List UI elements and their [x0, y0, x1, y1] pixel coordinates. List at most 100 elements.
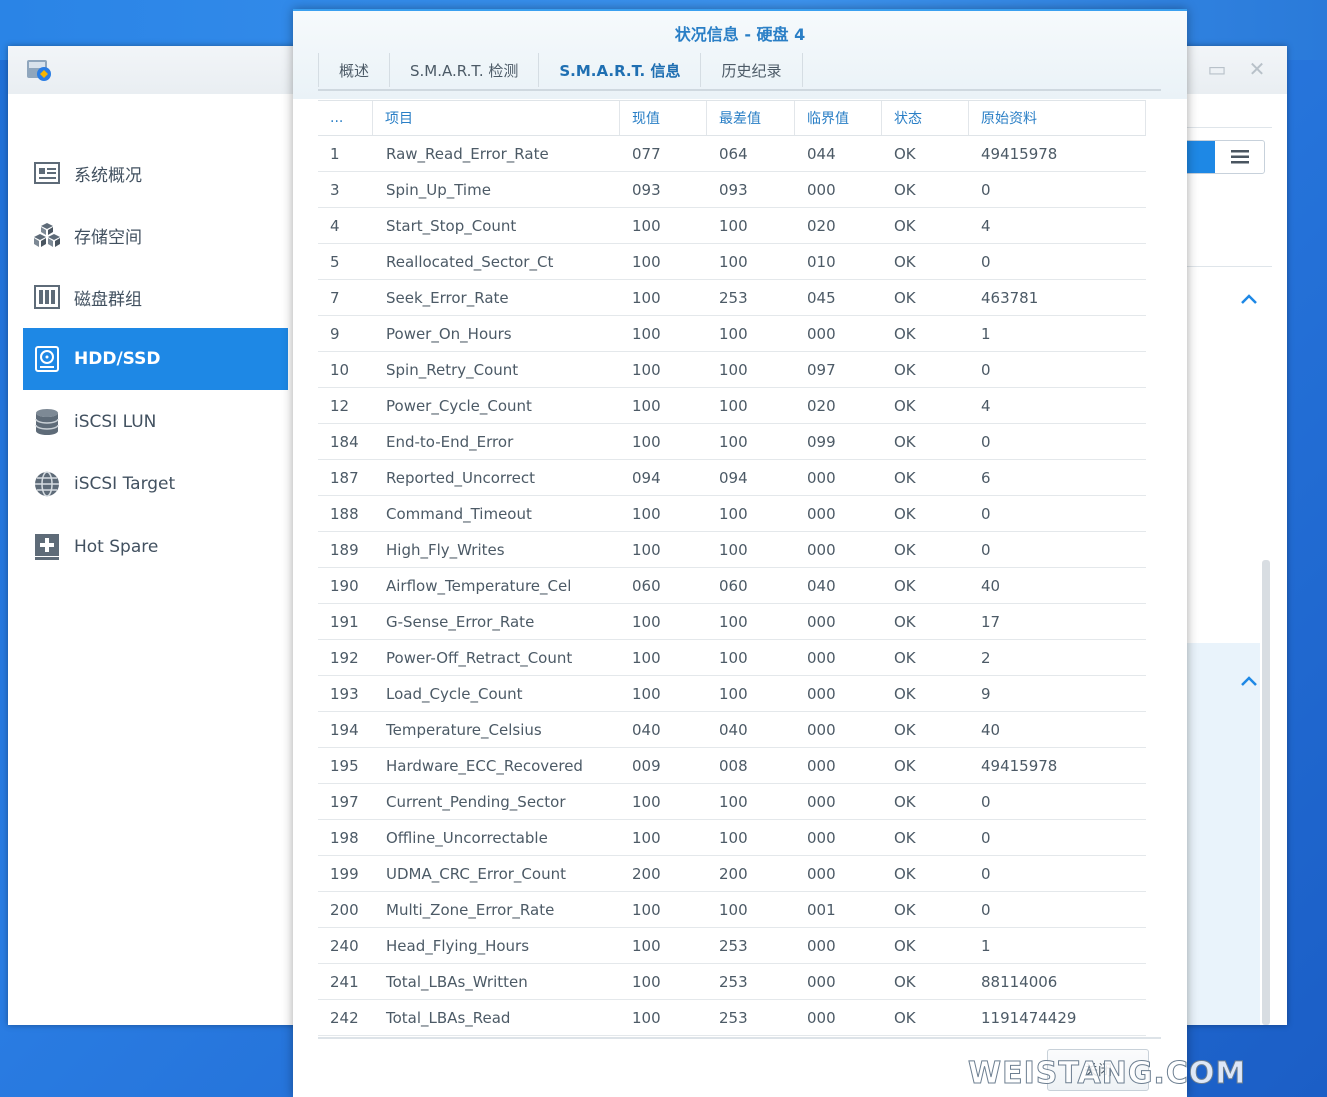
column-header-threshold[interactable]: 临界值	[795, 101, 882, 135]
table-cell: 6	[981, 468, 991, 487]
column-header-value[interactable]: 现值	[620, 101, 707, 135]
table-cell: Raw_Read_Error_Rate	[386, 144, 549, 163]
table-row[interactable]: 187 Reported_Uncorrect 094 094 000 OK 6	[318, 460, 1146, 496]
table-cell: G-Sense_Error_Rate	[386, 612, 535, 631]
tab-smart-info[interactable]: S.M.A.R.T. 信息	[538, 53, 700, 87]
sidebar-item-label: 系统概况	[74, 165, 142, 186]
table-row[interactable]: 5 Reallocated_Sector_Ct 100 100 010 OK 0	[318, 244, 1146, 280]
table-row[interactable]: 193 Load_Cycle_Count 100 100 000 OK 9	[318, 676, 1146, 712]
table-cell: 200	[632, 864, 661, 883]
table-row[interactable]: 1 Raw_Read_Error_Rate 077 064 044 OK 49415978	[318, 136, 1146, 172]
table-row[interactable]: 4 Start_Stop_Count 100 100 020 OK 4	[318, 208, 1146, 244]
sidebar-item-hdd-ssd[interactable]: HDD/SSD	[23, 328, 288, 390]
column-header-worst[interactable]: 最差值	[707, 101, 795, 135]
table-header: ... 项目 现值 最差值 临界值 状态 原始资料	[318, 100, 1146, 136]
table-cell: OK	[894, 180, 916, 199]
table-cell: 100	[632, 936, 661, 955]
table-row[interactable]: 189 High_Fly_Writes 100 100 000 OK 0	[318, 532, 1146, 568]
table-row[interactable]: 198 Offline_Uncorrectable 100 100 000 OK 0	[318, 820, 1146, 856]
sidebar-item-label: 磁盘群组	[74, 289, 142, 310]
maximize-icon[interactable]: ▭	[1206, 58, 1228, 80]
table-row[interactable]: 7 Seek_Error_Rate 100 253 045 OK 463781	[318, 280, 1146, 316]
chevron-up-icon[interactable]	[1240, 668, 1258, 692]
table-row[interactable]: 240 Head_Flying_Hours 100 253 000 OK 1	[318, 928, 1146, 964]
table-cell: 193	[330, 684, 359, 703]
table-cell: 100	[632, 540, 661, 559]
table-row[interactable]: 200 Multi_Zone_Error_Rate 100 100 001 OK 0	[318, 892, 1146, 928]
table-cell: OK	[894, 828, 916, 847]
table-cell: Load_Cycle_Count	[386, 684, 523, 703]
tab-history[interactable]: 历史纪录	[700, 53, 803, 87]
sidebar-item-iscsi-target[interactable]: iSCSI Target	[23, 453, 288, 515]
table-cell: 100	[719, 828, 748, 847]
table-cell: 192	[330, 648, 359, 667]
table-row[interactable]: 199 UDMA_CRC_Error_Count 200 200 000 OK 0	[318, 856, 1146, 892]
table-cell: Power_On_Hours	[386, 324, 512, 343]
table-cell: 000	[807, 468, 836, 487]
tab-overview[interactable]: 概述	[318, 53, 389, 87]
table-cell: 100	[632, 900, 661, 919]
table-cell: 4	[981, 396, 991, 415]
table-cell: 094	[632, 468, 661, 487]
table-cell: Spin_Up_Time	[386, 180, 491, 199]
table-row[interactable]: 184 End-to-End_Error 100 100 099 OK 0	[318, 424, 1146, 460]
table-cell: OK	[894, 648, 916, 667]
table-cell: 100	[632, 792, 661, 811]
table-cell: OK	[894, 900, 916, 919]
close-icon[interactable]: ✕	[1246, 58, 1268, 80]
table-cell: 077	[632, 144, 661, 163]
view-toggle[interactable]	[1180, 140, 1265, 174]
table-row[interactable]: 241 Total_LBAs_Written 100 253 000 OK 88114006	[318, 964, 1146, 1000]
sidebar-item-disk-group[interactable]: 磁盘群组	[23, 266, 288, 328]
table-cell: 100	[632, 360, 661, 379]
table-cell: 1	[981, 936, 991, 955]
table-row[interactable]: 191 G-Sense_Error_Rate 100 100 000 OK 17	[318, 604, 1146, 640]
divider	[1180, 266, 1272, 267]
table-cell: 000	[807, 972, 836, 991]
table-cell: End-to-End_Error	[386, 432, 514, 451]
column-header-status[interactable]: 状态	[882, 101, 969, 135]
table-cell: OK	[894, 720, 916, 739]
table-row[interactable]: 194 Temperature_Celsius 040 040 000 OK 40	[318, 712, 1146, 748]
table-cell: 100	[719, 792, 748, 811]
sidebar-item-overview[interactable]: 系统概况	[23, 142, 288, 204]
chevron-up-icon[interactable]	[1240, 286, 1258, 310]
tab-smart-test[interactable]: S.M.A.R.T. 检测	[389, 53, 538, 87]
table-cell: UDMA_CRC_Error_Count	[386, 864, 566, 883]
table-row[interactable]: 12 Power_Cycle_Count 100 100 020 OK 4	[318, 388, 1146, 424]
table-row[interactable]: 3 Spin_Up_Time 093 093 000 OK 0	[318, 172, 1146, 208]
table-row[interactable]: 192 Power-Off_Retract_Count 100 100 000 OK 2	[318, 640, 1146, 676]
table-row[interactable]: 188 Command_Timeout 100 100 000 OK 0	[318, 496, 1146, 532]
list-view-button[interactable]	[1215, 141, 1264, 173]
scrollbar[interactable]	[1262, 560, 1270, 1025]
sidebar-item-iscsi-lun[interactable]: iSCSI LUN	[23, 391, 288, 453]
table-cell: 008	[719, 756, 748, 775]
table-cell: 093	[719, 180, 748, 199]
list-icon	[1230, 150, 1249, 164]
table-cell: 10	[330, 360, 350, 379]
table-row[interactable]: 197 Current_Pending_Sector 100 100 000 OK 0	[318, 784, 1146, 820]
table-cell: 001	[807, 900, 836, 919]
table-row[interactable]: 9 Power_On_Hours 100 100 000 OK 1	[318, 316, 1146, 352]
column-header-attribute[interactable]: 项目	[373, 101, 620, 135]
table-row[interactable]: 242 Total_LBAs_Read 100 253 000 OK 1191474429	[318, 1000, 1146, 1036]
table-cell: 198	[330, 828, 359, 847]
table-row[interactable]: 195 Hardware_ECC_Recovered 009 008 000 OK 4941…	[318, 748, 1146, 784]
column-header-raw-data[interactable]: 原始资料	[969, 101, 1146, 135]
expanded-panel	[1180, 643, 1260, 1025]
table-cell: Seek_Error_Rate	[386, 288, 509, 307]
table-row[interactable]: 10 Spin_Retry_Count 100 100 097 OK 0	[318, 352, 1146, 388]
table-cell: 191	[330, 612, 359, 631]
table-cell: 044	[807, 144, 836, 163]
sidebar-item-storage[interactable]: 存储空间	[23, 204, 288, 266]
table-cell: Spin_Retry_Count	[386, 360, 519, 379]
tab-underline	[318, 89, 1161, 91]
table-row[interactable]: 190 Airflow_Temperature_Cel 060 060 040 OK 40	[318, 568, 1146, 604]
table-cell: 1	[330, 144, 340, 163]
hot-spare-icon	[33, 533, 61, 561]
sidebar-item-hot-spare[interactable]: Hot Spare	[23, 516, 288, 578]
column-header-id[interactable]: ...	[318, 101, 373, 135]
table-cell: 064	[719, 144, 748, 163]
table-cell: OK	[894, 396, 916, 415]
table-cell: 010	[807, 252, 836, 271]
